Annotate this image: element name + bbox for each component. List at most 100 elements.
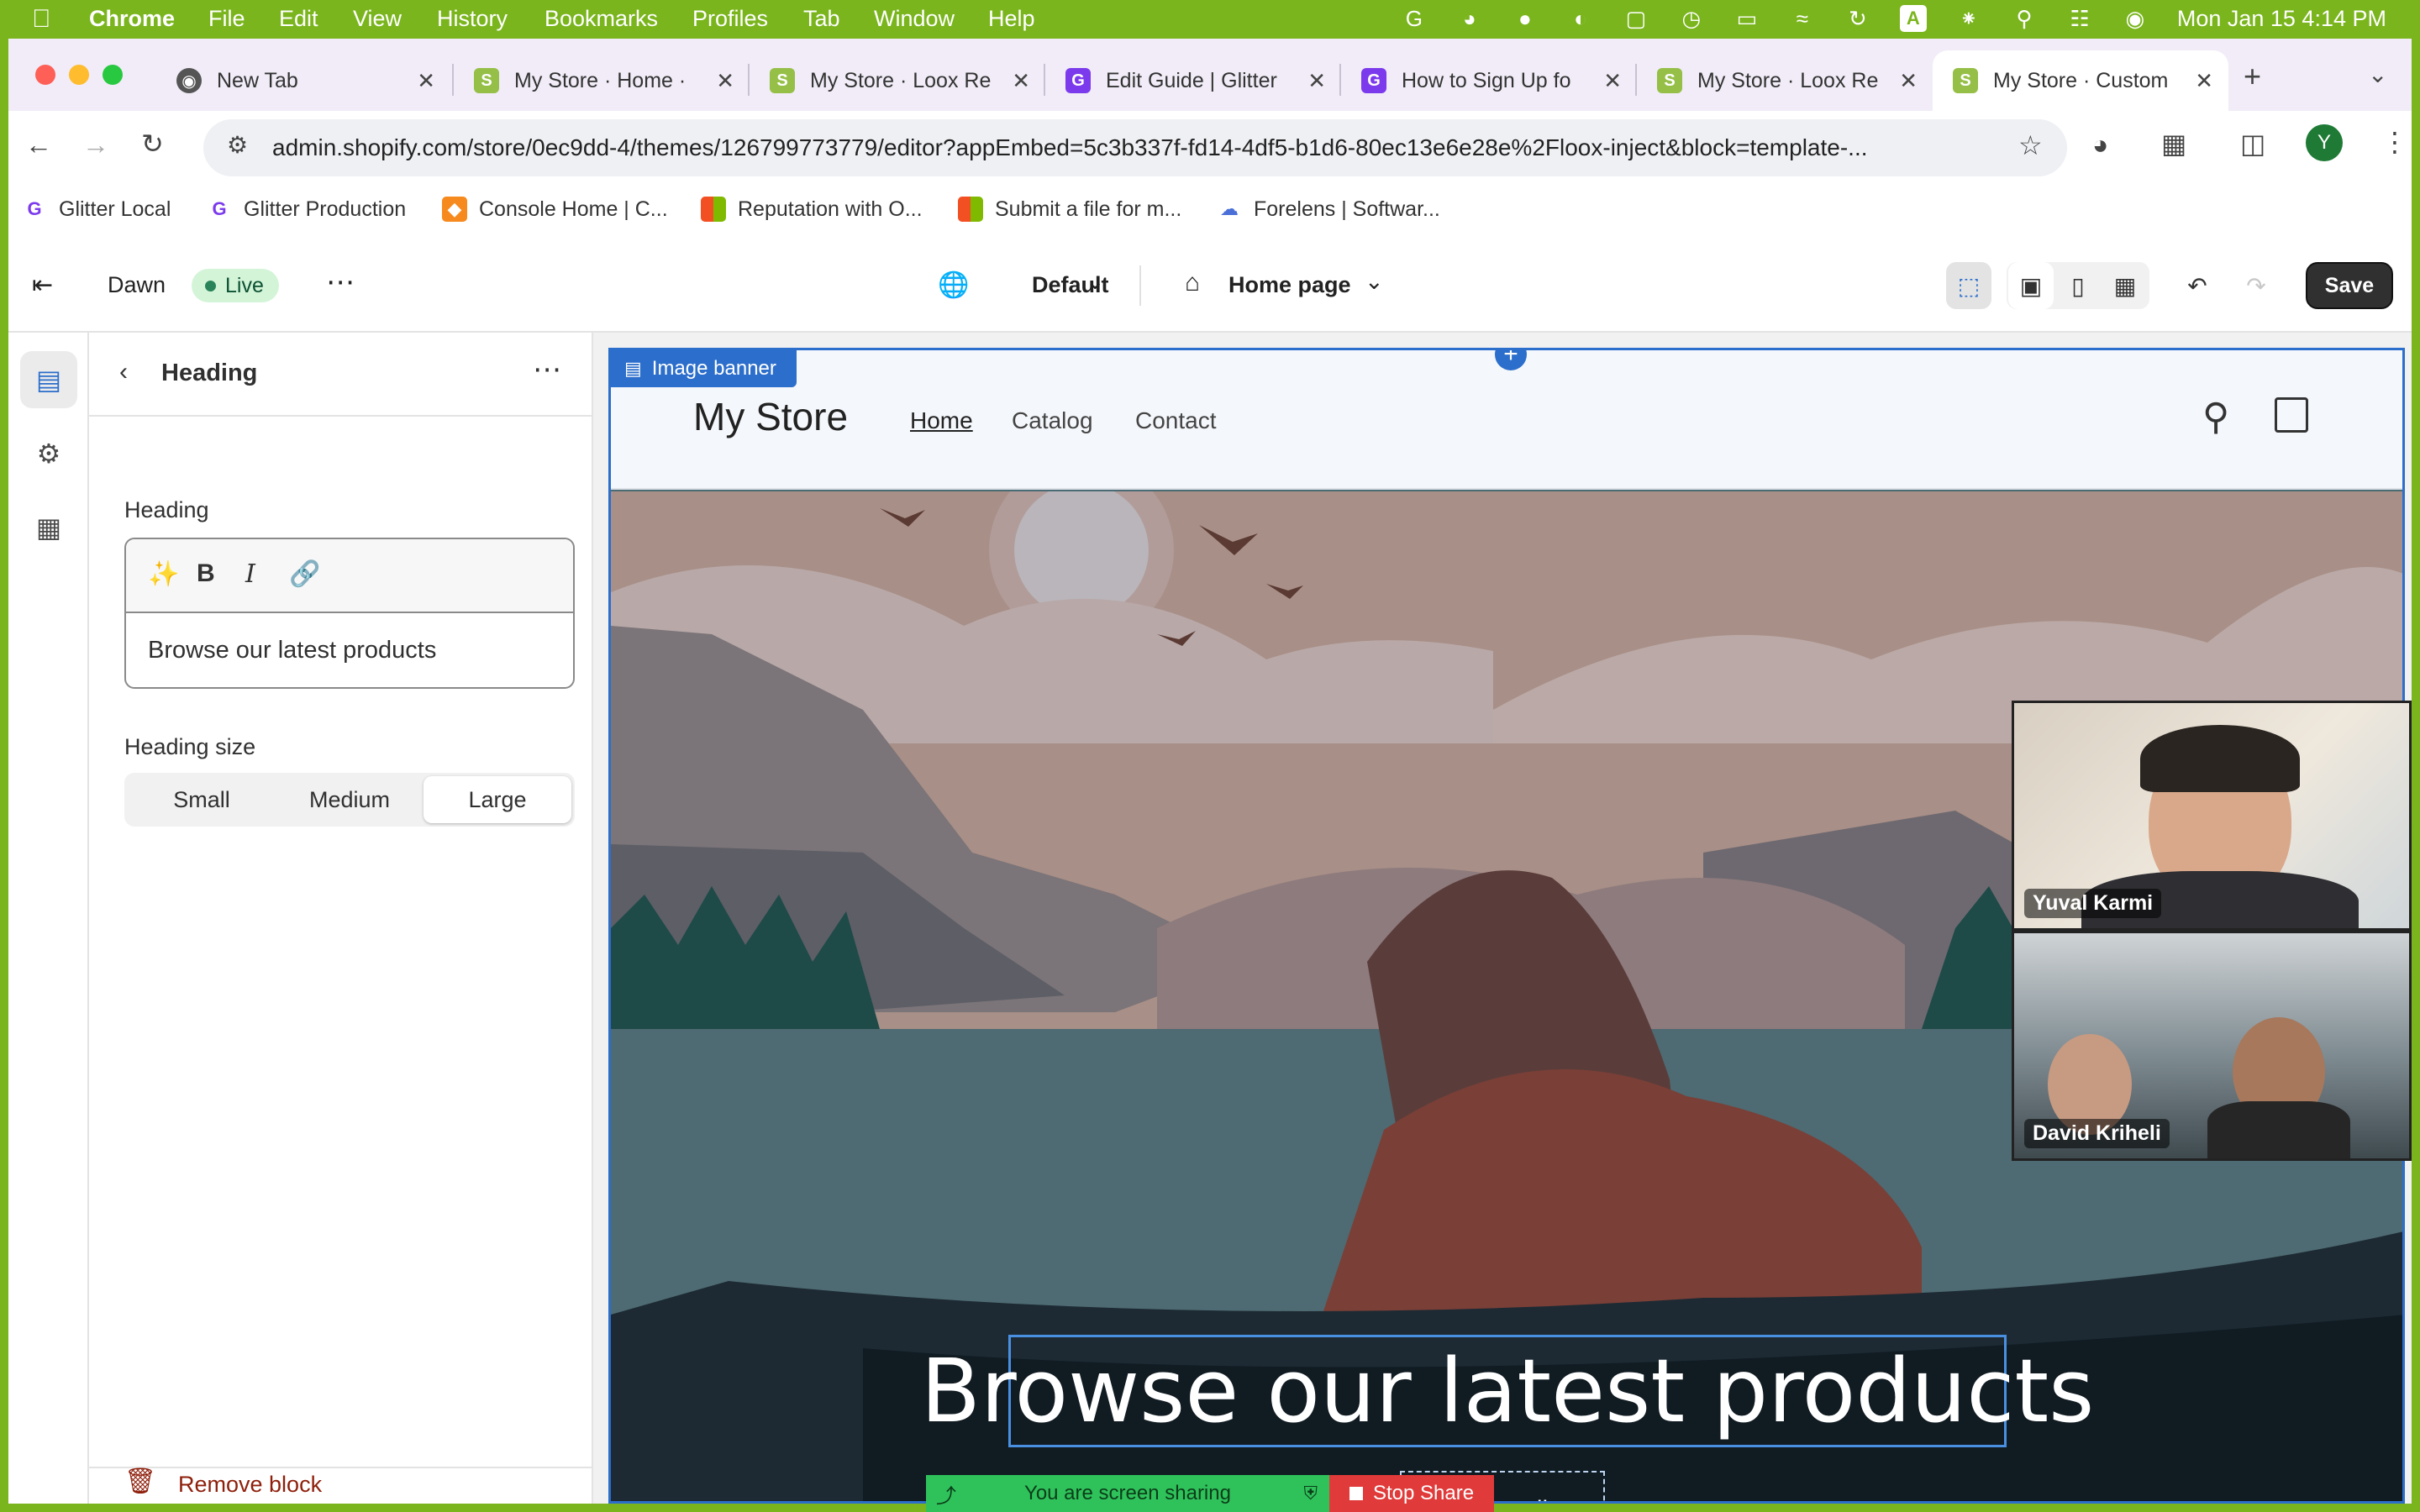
home-icon[interactable]: ⌂ (1185, 269, 1200, 297)
italic-icon[interactable]: I (245, 559, 255, 589)
zoom-window-icon[interactable] (103, 65, 123, 85)
bluetooth-icon[interactable]: ⁕ (1955, 5, 1982, 32)
menu-view[interactable]: View (353, 6, 402, 32)
forward-icon[interactable]: → (82, 129, 109, 160)
heading-field-value[interactable]: Browse our latest products (148, 637, 436, 664)
size-option-medium[interactable]: Medium (276, 776, 424, 823)
bookmark-star-icon[interactable]: ☆ (2018, 129, 2043, 161)
control-center-icon[interactable]: ☷ (2066, 5, 2093, 32)
tab-my-store-home[interactable]: S My Store · Home · ✕ (454, 50, 750, 111)
close-tab-icon[interactable]: ✕ (1307, 68, 1326, 94)
close-window-icon[interactable] (35, 65, 55, 85)
heading-rich-text-editor[interactable]: ✨ B I 🔗 Browse our latest products (124, 538, 575, 689)
bookmark-reputation[interactable]: Reputation with O... (701, 197, 923, 222)
tab-search-icon[interactable]: ⌄ (2368, 60, 2387, 88)
store-logo[interactable]: My Store (693, 394, 848, 439)
panel-more-icon[interactable]: ⋯ (533, 353, 561, 386)
menu-app-name[interactable]: Chrome (89, 6, 175, 32)
fullscreen-view-icon[interactable]: ▦ (2102, 262, 2148, 309)
extensions-puzzle-icon[interactable]: ▦ (2161, 128, 2186, 160)
record-status-icon[interactable]: ● (1512, 5, 1539, 32)
menu-help[interactable]: Help (988, 6, 1035, 32)
search-icon[interactable]: ⚲ (2011, 5, 2038, 32)
close-tab-icon[interactable]: ✕ (2195, 68, 2213, 94)
store-search-icon[interactable]: ⚲ (2202, 396, 2229, 438)
input-source-icon[interactable]: A (1899, 5, 1927, 32)
exit-editor-icon[interactable]: ⇤ (32, 270, 53, 300)
battery-icon[interactable]: ▭ (1733, 5, 1760, 32)
menubar-clock[interactable]: Mon Jan 15 4:14 PM (2177, 6, 2386, 32)
menu-history[interactable]: History (437, 6, 508, 32)
cart-icon[interactable] (2275, 397, 2308, 433)
new-tab-icon[interactable]: + (2244, 59, 2261, 94)
trash-icon[interactable]: 🗑 (124, 1467, 156, 1496)
nav-contact[interactable]: Contact (1135, 407, 1217, 434)
menu-profiles[interactable]: Profiles (692, 6, 768, 32)
close-tab-icon[interactable]: ✕ (417, 68, 435, 94)
section-tag[interactable]: ▤ Image banner (611, 350, 797, 387)
remove-block-button[interactable]: Remove block (178, 1472, 322, 1498)
add-section-icon[interactable]: + (1495, 350, 1527, 370)
tab-edit-guide[interactable]: G Edit Guide | Glitter ✕ (1045, 50, 1341, 111)
size-option-small[interactable]: Small (128, 776, 276, 823)
time-machine-icon[interactable]: ↻ (1844, 5, 1871, 32)
extension-glitter-icon[interactable]: ◕ (2092, 129, 2108, 160)
stop-share-button[interactable]: Stop Share (1329, 1475, 1494, 1512)
address-bar-url[interactable]: admin.shopify.com/store/0ec9dd-4/themes/… (272, 134, 1978, 161)
save-button[interactable]: Save (2306, 262, 2393, 309)
site-info-icon[interactable]: ⚙ (227, 131, 248, 159)
link-icon[interactable]: 🔗 (289, 559, 320, 589)
more-actions-icon[interactable]: ⋯ (326, 265, 355, 299)
chrome-menu-icon[interactable]: ⋮ (2381, 126, 2408, 158)
chevron-down-icon[interactable]: ⌄ (1086, 269, 1105, 295)
profile-avatar[interactable]: Y (2306, 124, 2343, 161)
sections-icon[interactable]: ▤ (20, 351, 77, 408)
tab-my-store-customize[interactable]: S My Store · Custom ✕ (1933, 50, 2228, 111)
nav-home[interactable]: Home (910, 407, 973, 434)
glitter-status-icon[interactable]: G (1401, 5, 1428, 32)
app-embeds-icon[interactable]: ▦ (20, 499, 77, 556)
close-tab-icon[interactable]: ✕ (1603, 68, 1622, 94)
menu-edit[interactable]: Edit (279, 6, 318, 32)
tab-new-tab[interactable]: ◉ New Tab ✕ (156, 50, 450, 111)
gauge-icon[interactable]: ◐ (1567, 5, 1594, 32)
bookmark-glitter-local[interactable]: G Glitter Local (22, 197, 171, 222)
side-panel-icon[interactable]: ◫ (2240, 128, 2265, 160)
size-option-large[interactable]: Large (424, 776, 571, 823)
close-tab-icon[interactable]: ✕ (1899, 68, 1918, 94)
timer-icon[interactable]: ◷ (1678, 5, 1705, 32)
minimize-window-icon[interactable] (69, 65, 89, 85)
globe-icon[interactable]: 🌐 (938, 270, 969, 300)
screen-icon[interactable]: ▢ (1623, 5, 1649, 32)
close-tab-icon[interactable]: ✕ (716, 68, 734, 94)
participant-video-yuval[interactable]: Yuval Karmi (2012, 701, 2412, 931)
theme-settings-icon[interactable]: ⚙ (20, 425, 77, 482)
tab-my-store-loox-2[interactable]: S My Store · Loox Re ✕ (1637, 50, 1933, 111)
mobile-view-icon[interactable]: ▯ (2055, 262, 2101, 309)
address-bar[interactable]: ⚙ admin.shopify.com/store/0ec9dd-4/theme… (203, 119, 2067, 176)
inspector-toggle-icon[interactable]: ⬚ (1946, 262, 1991, 309)
tab-how-to-sign-up[interactable]: G How to Sign Up fo ✕ (1341, 50, 1637, 111)
hero-heading[interactable]: Browse our latest products (921, 1335, 2094, 1447)
tab-my-store-loox[interactable]: S My Store · Loox Re ✕ (750, 50, 1045, 111)
store-header[interactable]: ▤ Image banner + My Store Home Catalog C… (611, 350, 2402, 490)
undo-icon[interactable]: ↶ (2175, 262, 2220, 309)
nav-catalog[interactable]: Catalog (1012, 407, 1093, 434)
bookmark-glitter-production[interactable]: G Glitter Production (207, 197, 406, 222)
menu-window[interactable]: Window (874, 6, 955, 32)
siri-icon[interactable]: ◉ (2122, 5, 2149, 32)
participant-video-david[interactable]: David Kriheli (2012, 931, 2412, 1161)
back-icon[interactable]: ‹ (119, 358, 128, 386)
bold-icon[interactable]: B (197, 559, 215, 588)
menu-tab[interactable]: Tab (803, 6, 840, 32)
bookmark-console-home[interactable]: ◆ Console Home | C... (442, 197, 668, 222)
close-tab-icon[interactable]: ✕ (1012, 68, 1030, 94)
bookmark-forelens[interactable]: ☁ Forelens | Softwar... (1217, 197, 1440, 222)
wifi-icon[interactable]: ≈ (1789, 5, 1816, 32)
reload-icon[interactable]: ↻ (141, 128, 164, 160)
chevron-down-icon[interactable]: ⌄ (1365, 269, 1384, 295)
menu-file[interactable]: File (208, 6, 245, 32)
bookmark-submit-file[interactable]: Submit a file for m... (958, 197, 1181, 222)
back-icon[interactable]: ← (25, 129, 52, 160)
menu-bookmarks[interactable]: Bookmarks (544, 6, 658, 32)
